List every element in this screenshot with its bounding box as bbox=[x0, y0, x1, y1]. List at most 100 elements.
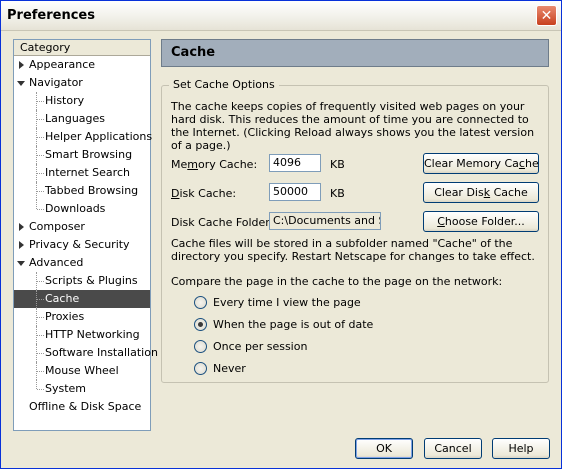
tree-item-label: HTTP Networking bbox=[45, 328, 140, 341]
tree-connector bbox=[37, 119, 44, 120]
choose-folder-button[interactable]: Choose Folder... bbox=[423, 211, 539, 232]
twisty-closed-icon[interactable] bbox=[19, 61, 24, 69]
tree-connector bbox=[37, 353, 44, 354]
tree-item-label: Proxies bbox=[45, 310, 85, 323]
radio-button[interactable] bbox=[194, 318, 207, 331]
radio-button[interactable] bbox=[194, 340, 207, 353]
tree-connector bbox=[36, 290, 37, 308]
cache-description: The cache keeps copies of frequently vis… bbox=[171, 100, 535, 152]
tree-item-label: Appearance bbox=[29, 58, 96, 71]
tree-item[interactable]: History bbox=[14, 92, 150, 110]
folder-note: Cache files will be stored in a subfolde… bbox=[171, 237, 535, 263]
tree-item-label: Mouse Wheel bbox=[45, 364, 119, 377]
category-header[interactable]: Category bbox=[14, 40, 150, 56]
memory-cache-input[interactable]: 4096 bbox=[269, 154, 321, 172]
twisty-open-icon[interactable] bbox=[17, 81, 25, 86]
category-tree[interactable]: Category Appearance Navigator History Langu… bbox=[13, 39, 158, 431]
tree-item[interactable]: Software Installation bbox=[14, 344, 158, 362]
tree-connector bbox=[37, 335, 44, 336]
tree-item-label: Cache bbox=[45, 292, 80, 305]
tree-item[interactable]: Downloads bbox=[14, 200, 150, 218]
tree-item[interactable]: Scripts & Plugins bbox=[14, 272, 150, 290]
tree-connector bbox=[36, 164, 37, 182]
twisty-closed-icon[interactable] bbox=[19, 241, 24, 249]
tree-connector bbox=[37, 317, 44, 318]
tree-item-label: Software Installation bbox=[45, 346, 158, 359]
tree-item-label: System bbox=[45, 382, 87, 395]
tree-item-label: Smart Browsing bbox=[45, 148, 133, 161]
compare-label: Compare the page in the cache to the pag… bbox=[171, 275, 503, 288]
tree-item[interactable]: Smart Browsing bbox=[14, 146, 150, 164]
tree-connector bbox=[36, 128, 37, 146]
tree-item[interactable]: Tabbed Browsing bbox=[14, 182, 150, 200]
tree-item-label: Languages bbox=[45, 112, 106, 125]
tree-item-label: Helper Applications bbox=[45, 130, 153, 143]
tree-connector bbox=[36, 380, 37, 389]
window-title: Preferences bbox=[7, 8, 95, 23]
tree-item-label: Internet Search bbox=[45, 166, 130, 179]
tree-item-label: Downloads bbox=[45, 202, 106, 215]
tree-item[interactable]: Appearance bbox=[14, 56, 150, 74]
tree-item[interactable]: Composer bbox=[14, 218, 150, 236]
tree-item-label: Advanced bbox=[29, 256, 84, 269]
disk-cache-folder-field[interactable]: C:\Documents and Set bbox=[269, 212, 381, 230]
tree-item[interactable]: Proxies bbox=[14, 308, 150, 326]
radio-label: When the page is out of date bbox=[213, 318, 374, 331]
tree-connector bbox=[37, 209, 44, 210]
close-icon[interactable]: ✕ bbox=[536, 5, 557, 26]
radio-button[interactable] bbox=[194, 362, 207, 375]
twisty-closed-icon[interactable] bbox=[19, 223, 24, 231]
radio-button[interactable] bbox=[194, 296, 207, 309]
help-button[interactable]: Help bbox=[492, 438, 550, 459]
tree-item[interactable]: Languages bbox=[14, 110, 150, 128]
disk-cache-input[interactable]: 50000 bbox=[269, 183, 321, 201]
category-tree-body: Appearance Navigator History Languages Helpe… bbox=[14, 56, 158, 416]
tree-connector bbox=[36, 344, 37, 362]
disk-cache-label: Disk Cache: bbox=[171, 187, 237, 200]
tree-connector bbox=[36, 146, 37, 164]
radio-label: Never bbox=[213, 362, 246, 375]
tree-item-label: Navigator bbox=[29, 76, 83, 89]
clear-memory-cache-button[interactable]: Clear Memory Cache bbox=[423, 153, 539, 174]
tree-connector bbox=[36, 272, 37, 290]
ok-button[interactable]: OK bbox=[355, 438, 413, 459]
title-bar[interactable]: Preferences ✕ bbox=[1, 1, 561, 31]
tree-item-label: Tabbed Browsing bbox=[45, 184, 139, 197]
disk-cache-folder-label: Disk Cache Folder: bbox=[171, 216, 274, 229]
cancel-button[interactable]: Cancel bbox=[424, 438, 482, 459]
tree-item[interactable]: Offline & Disk Space bbox=[14, 398, 150, 416]
tree-connector bbox=[36, 110, 37, 128]
tree-connector bbox=[37, 299, 44, 300]
tree-item[interactable]: HTTP Networking bbox=[14, 326, 150, 344]
section-header: Cache bbox=[161, 39, 549, 67]
tree-connector bbox=[36, 182, 37, 200]
tree-connector bbox=[36, 200, 37, 209]
preferences-window: Preferences ✕ Category Appearance Navigat… bbox=[0, 0, 562, 469]
tree-item-label: Offline & Disk Space bbox=[29, 400, 142, 413]
tree-connector bbox=[36, 92, 37, 110]
memory-cache-label: Memory Cache: bbox=[171, 158, 258, 171]
tree-item[interactable]: Mouse Wheel bbox=[14, 362, 150, 380]
tree-connector bbox=[37, 155, 44, 156]
tree-item[interactable]: System bbox=[14, 380, 150, 398]
group-label: Set Cache Options bbox=[169, 78, 279, 91]
tree-connector bbox=[36, 362, 37, 380]
tree-item[interactable]: Cache bbox=[14, 290, 150, 308]
section-title: Cache bbox=[171, 45, 216, 60]
tree-item[interactable]: Privacy & Security bbox=[14, 236, 150, 254]
tree-item-label: Composer bbox=[29, 220, 85, 233]
radio-label: Once per session bbox=[213, 340, 308, 353]
twisty-open-icon[interactable] bbox=[17, 261, 25, 266]
tree-item[interactable]: Navigator bbox=[14, 74, 150, 92]
tree-connector bbox=[37, 101, 44, 102]
tree-item[interactable]: Internet Search bbox=[14, 164, 150, 182]
tree-connector bbox=[37, 281, 44, 282]
disk-cache-unit: KB bbox=[330, 187, 345, 200]
tree-connector bbox=[36, 326, 37, 344]
tree-item[interactable]: Helper Applications bbox=[14, 128, 153, 146]
tree-item-label: Privacy & Security bbox=[29, 238, 130, 251]
tree-connector bbox=[37, 371, 44, 372]
tree-item[interactable]: Advanced bbox=[14, 254, 150, 272]
clear-disk-cache-button[interactable]: Clear Disk Cache bbox=[423, 182, 539, 203]
tree-connector bbox=[37, 173, 44, 174]
